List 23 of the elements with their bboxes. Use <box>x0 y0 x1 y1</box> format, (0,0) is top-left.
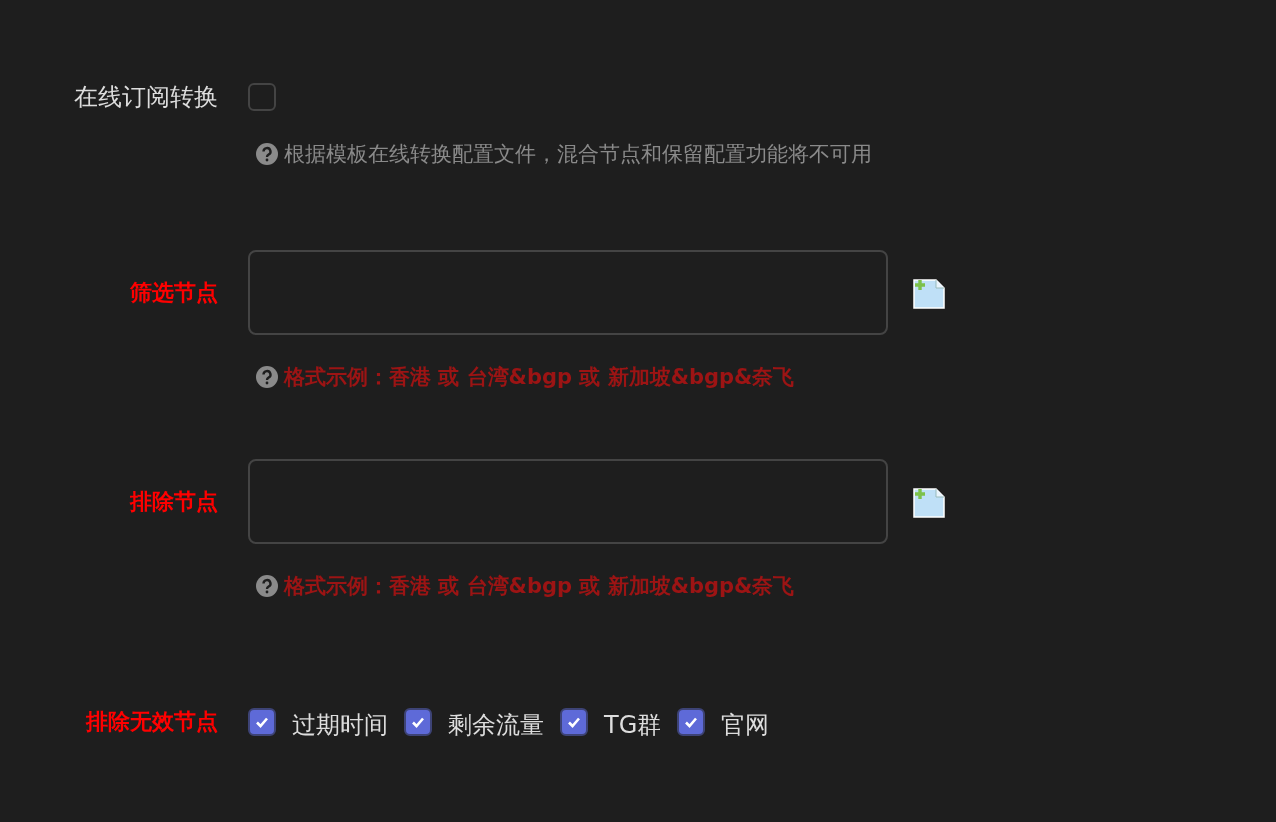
checkbox[interactable] <box>248 708 276 736</box>
help-icon <box>256 575 278 597</box>
hint-text: 根据模板在线转换配置文件，混合节点和保留配置功能将不可用 <box>284 141 872 168</box>
checkbox-option[interactable]: 剩余流量 <box>404 703 544 741</box>
add-file-icon[interactable] <box>912 485 946 518</box>
checkbox-option[interactable]: 官网 <box>677 703 770 741</box>
field-label: 排除节点 <box>130 487 218 516</box>
checkbox[interactable] <box>248 83 276 111</box>
help-icon <box>256 143 278 165</box>
hint-text: 格式示例：香港 或 台湾&bgp 或 新加坡&bgp&奈飞 <box>284 364 795 391</box>
input-field[interactable] <box>248 250 888 335</box>
add-file-icon[interactable] <box>912 276 946 309</box>
field-label: 在线订阅转换 <box>74 82 218 113</box>
checkbox[interactable] <box>404 708 432 736</box>
input-field[interactable] <box>248 459 888 544</box>
checkbox[interactable] <box>677 708 706 736</box>
hint-text: 格式示例：香港 或 台湾&bgp 或 新加坡&bgp&奈飞 <box>284 573 795 600</box>
field-label: 筛选节点 <box>130 278 218 307</box>
checkbox[interactable] <box>560 708 588 736</box>
field-label: 排除无效节点 <box>86 708 218 736</box>
checkbox-option[interactable]: 过期时间 <box>248 703 388 741</box>
help-icon <box>256 366 278 388</box>
checkbox-option[interactable]: TG群 <box>560 703 662 741</box>
